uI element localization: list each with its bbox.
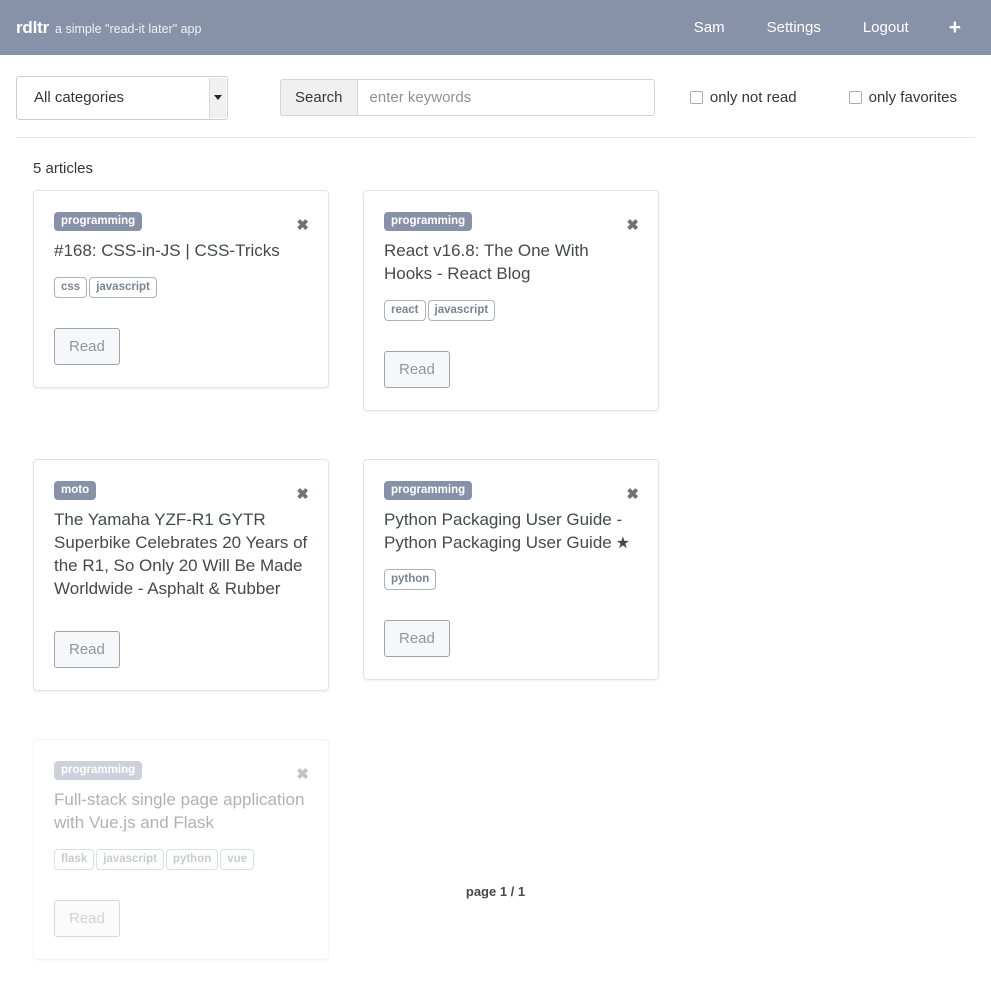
- pagination: page 1 / 1: [0, 884, 991, 899]
- article-card-wrapper: ✖ programming Full-stack single page appli…: [16, 739, 346, 960]
- article-card-wrapper: ✖ programming React v16.8: The One With Ho…: [346, 190, 676, 411]
- article-tag[interactable]: javascript: [89, 277, 157, 298]
- article-tags: cssjavascript: [54, 277, 308, 298]
- article-title-text: The Yamaha YZF-R1 GYTR Superbike Celebra…: [54, 510, 307, 598]
- category-select-value: All categories: [17, 89, 124, 106]
- article-tag[interactable]: python: [166, 849, 218, 870]
- article-tag[interactable]: javascript: [428, 300, 496, 321]
- category-select[interactable]: All categories: [16, 76, 228, 120]
- article-title-text: Full-stack single page application with …: [54, 790, 304, 832]
- article-title-text: #168: CSS-in-JS | CSS-Tricks: [54, 241, 280, 260]
- brand-name: rdltr: [16, 18, 49, 38]
- article-card-wrapper: ✖ programming #168: CSS-in-JS | CSS-Tricks…: [16, 190, 346, 411]
- article-title[interactable]: React v16.8: The One With Hooks - React …: [384, 240, 638, 286]
- article-title[interactable]: Python Packaging User Guide - Python Pac…: [384, 509, 638, 555]
- article-card[interactable]: ✖ programming #168: CSS-in-JS | CSS-Tricks…: [33, 190, 329, 388]
- article-card[interactable]: ✖ programming Python Packaging User Guide …: [363, 459, 659, 680]
- article-card[interactable]: ✖ programming React v16.8: The One With Ho…: [363, 190, 659, 411]
- article-tags: reactjavascript: [384, 300, 638, 321]
- article-title[interactable]: Full-stack single page application with …: [54, 789, 308, 835]
- nav-user[interactable]: Sam: [684, 15, 735, 40]
- read-button[interactable]: Read: [54, 631, 120, 668]
- close-icon[interactable]: ✖: [296, 487, 309, 502]
- article-grid: ✖ programming #168: CSS-in-JS | CSS-Tricks…: [0, 177, 991, 1008]
- article-tag[interactable]: python: [384, 569, 436, 590]
- checkbox-icon[interactable]: [849, 91, 862, 104]
- top-navbar: rdltr a simple "read-it later" app Sam S…: [0, 0, 991, 55]
- filter-bar: All categories Search only not read only…: [0, 55, 991, 123]
- filter-checkboxes: only not read only favorites: [690, 89, 975, 106]
- article-tag[interactable]: javascript: [96, 849, 164, 870]
- article-card-wrapper: ✖ moto The Yamaha YZF-R1 GYTR Superbike Ce…: [16, 459, 346, 691]
- article-count: 5 articles: [0, 138, 991, 177]
- filter-only-favorites-label: only favorites: [869, 89, 957, 106]
- article-category-badge[interactable]: programming: [54, 212, 142, 231]
- article-tag[interactable]: vue: [220, 849, 254, 870]
- read-button[interactable]: Read: [384, 351, 450, 388]
- article-title-text: Python Packaging User Guide - Python Pac…: [384, 510, 622, 552]
- article-title-text: React v16.8: The One With Hooks - React …: [384, 241, 589, 283]
- article-card[interactable]: ✖ moto The Yamaha YZF-R1 GYTR Superbike Ce…: [33, 459, 329, 691]
- close-icon[interactable]: ✖: [296, 767, 309, 782]
- search-button[interactable]: Search: [280, 79, 357, 116]
- navbar-links: Sam Settings Logout +: [662, 15, 975, 40]
- filter-only-not-read-label: only not read: [710, 89, 797, 106]
- brand-tagline: a simple "read-it later" app: [55, 22, 201, 36]
- article-category-badge[interactable]: programming: [384, 481, 472, 500]
- article-tag[interactable]: css: [54, 277, 87, 298]
- close-icon[interactable]: ✖: [626, 218, 639, 233]
- article-category-badge[interactable]: moto: [54, 481, 96, 500]
- search-input[interactable]: [357, 79, 655, 116]
- checkbox-icon[interactable]: [690, 91, 703, 104]
- article-card-wrapper: ✖ programming Python Packaging User Guide …: [346, 459, 676, 691]
- nav-settings[interactable]: Settings: [757, 15, 831, 40]
- favorite-star-icon[interactable]: ★: [616, 535, 630, 552]
- close-icon[interactable]: ✖: [296, 218, 309, 233]
- article-category-badge[interactable]: programming: [384, 212, 472, 231]
- article-title[interactable]: #168: CSS-in-JS | CSS-Tricks: [54, 240, 308, 263]
- article-category-badge[interactable]: programming: [54, 761, 142, 780]
- search-group: Search: [280, 79, 655, 116]
- add-article-icon[interactable]: +: [949, 17, 961, 38]
- filter-only-favorites[interactable]: only favorites: [849, 89, 957, 106]
- read-button[interactable]: Read: [384, 620, 450, 657]
- article-card[interactable]: ✖ programming Full-stack single page appli…: [33, 739, 329, 960]
- nav-logout[interactable]: Logout: [853, 15, 919, 40]
- article-tag[interactable]: react: [384, 300, 426, 321]
- chevron-down-icon: [209, 78, 226, 118]
- article-tag[interactable]: flask: [54, 849, 94, 870]
- article-tags: python: [384, 569, 638, 590]
- close-icon[interactable]: ✖: [626, 487, 639, 502]
- read-button[interactable]: Read: [54, 328, 120, 365]
- brand[interactable]: rdltr a simple "read-it later" app: [16, 18, 201, 38]
- filter-only-not-read[interactable]: only not read: [690, 89, 797, 106]
- read-button[interactable]: Read: [54, 900, 120, 937]
- article-tags: flaskjavascriptpythonvue: [54, 849, 308, 870]
- article-title[interactable]: The Yamaha YZF-R1 GYTR Superbike Celebra…: [54, 509, 308, 601]
